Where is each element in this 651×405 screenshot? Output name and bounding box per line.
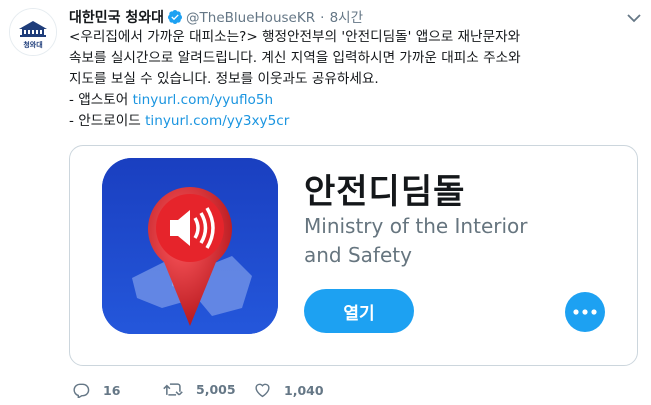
retweet-icon bbox=[163, 383, 183, 396]
verified-badge-icon bbox=[167, 9, 183, 29]
more-options-button[interactable] bbox=[565, 292, 605, 332]
tweet-text: <우리집에서 가까운 대피소는?> 행정안전부의 '안전디딤돌' 앱으로 재난문… bbox=[69, 27, 629, 132]
map-pin-speaker-icon bbox=[102, 158, 278, 334]
reply-count: 16 bbox=[103, 382, 121, 398]
app-name: 안전디딤돌 bbox=[304, 172, 466, 212]
reply-icon bbox=[73, 383, 90, 398]
app-icon[interactable] bbox=[102, 158, 278, 334]
blue-house-logo: 청와대 bbox=[10, 9, 56, 55]
app-subtitle: Ministry of the Interior and Safety bbox=[304, 214, 528, 267]
avatar-text: 청와대 bbox=[23, 40, 42, 49]
android-label: - 안드로이드 bbox=[69, 113, 146, 129]
avatar[interactable]: 청와대 bbox=[9, 8, 57, 56]
appstore-label: - 앱스토어 bbox=[69, 92, 133, 108]
author-name[interactable]: 대한민국 청와대 bbox=[69, 10, 164, 26]
heart-icon bbox=[255, 383, 270, 398]
separator-dot: · bbox=[320, 10, 325, 26]
retweet-count: 5,005 bbox=[196, 382, 236, 397]
tweet-line-1: <우리집에서 가까운 대피소는?> 행정안전부의 '안전디딤돌' 앱으로 재난문… bbox=[69, 29, 521, 45]
tweet-line-2: 속보를 실시간으로 알려드립니다. 계신 지역을 입력하시면 가까운 대피소 주… bbox=[69, 50, 521, 66]
appstore-link[interactable]: tinyurl.com/yyuflo5h bbox=[133, 92, 274, 108]
android-link[interactable]: tinyurl.com/yy3xy5cr bbox=[145, 113, 289, 129]
android-line: - 안드로이드 tinyurl.com/yy3xy5cr bbox=[69, 111, 629, 132]
more-icon bbox=[573, 309, 597, 315]
like-count: 1,040 bbox=[284, 382, 324, 398]
reply-action[interactable]: 16 bbox=[73, 382, 120, 398]
tweet-line-3: 지도를 보실 수 있습니다. 정보를 이웃과도 공유하세요. bbox=[69, 71, 379, 87]
open-button[interactable]: 열기 bbox=[304, 289, 414, 333]
retweet-action[interactable]: 5,005 bbox=[163, 382, 236, 397]
tweet-header: 대한민국 청와대 @TheBlueHouseKR · 8시간 bbox=[69, 6, 641, 26]
chevron-down-icon[interactable] bbox=[627, 8, 641, 27]
tweet-time[interactable]: 8시간 bbox=[330, 10, 363, 26]
appstore-line: - 앱스토어 tinyurl.com/yyuflo5h bbox=[69, 90, 629, 111]
app-card[interactable]: 안전디딤돌 Ministry of the Interior and Safet… bbox=[69, 145, 638, 366]
like-action[interactable]: 1,040 bbox=[254, 382, 324, 398]
author-handle[interactable]: @TheBlueHouseKR bbox=[186, 10, 315, 26]
